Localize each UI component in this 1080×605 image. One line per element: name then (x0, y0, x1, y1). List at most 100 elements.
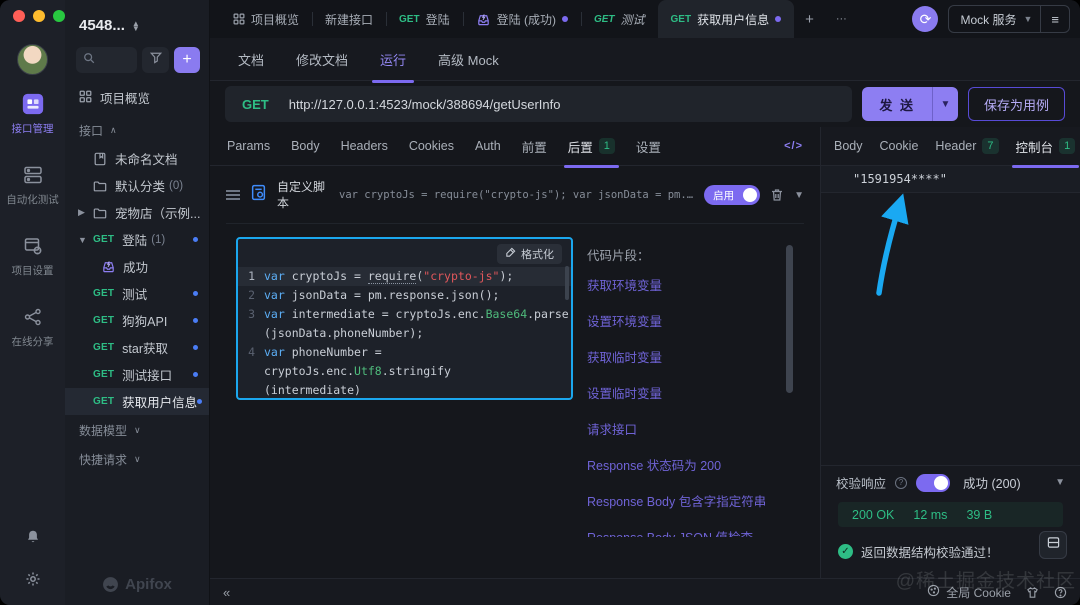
close-window-button[interactable] (13, 10, 25, 22)
top-tab-获取用户信息[interactable]: GET获取用户信息 (658, 0, 795, 38)
rail-item-auto-test[interactable]: 自动化测试 (0, 163, 65, 207)
section-快捷请求[interactable]: 快捷请求∨ (65, 446, 209, 473)
request-tab-Cookies[interactable]: Cookies (409, 139, 454, 153)
new-tab-button[interactable]: + (794, 0, 825, 38)
top-tab-项目概览[interactable]: 项目概览 (220, 0, 312, 38)
top-tab-新建接口[interactable]: 新建接口 (312, 0, 386, 38)
code-line[interactable]: (intermediate) (238, 381, 571, 400)
doc-tab-修改文档[interactable]: 修改文档 (296, 50, 348, 69)
unsaved-dot (562, 16, 568, 22)
rail-item-api-manage[interactable]: 接口管理 (0, 92, 65, 136)
tree-item-测试[interactable]: GET测试 (65, 280, 209, 307)
global-cookie-button[interactable]: 全局 Cookie (927, 584, 1011, 601)
save-as-case-button[interactable]: 保存为用例 (968, 87, 1065, 121)
section-数据模型[interactable]: 数据模型∨ (65, 417, 209, 444)
request-tab-label: 前置 (522, 137, 547, 156)
request-tab-Auth[interactable]: Auth (475, 139, 501, 153)
bell-icon[interactable] (21, 525, 45, 549)
request-tab-设置[interactable]: 设置 (636, 137, 661, 156)
tree-item-获取用户信息[interactable]: GET获取用户信息 (65, 388, 209, 415)
tree-item-star获取[interactable]: GETstar获取 (65, 334, 209, 361)
response-time: 12 ms (913, 508, 947, 522)
search-input[interactable] (76, 47, 137, 73)
tree-item-默认分类[interactable]: 默认分类(0) (65, 172, 209, 199)
project-name[interactable]: 4548... (79, 17, 125, 34)
sync-button[interactable]: ⟳ (912, 6, 938, 32)
request-tab-Params[interactable]: Params (227, 139, 270, 153)
chevron-down-icon[interactable]: ▼ (1055, 477, 1065, 488)
url-input[interactable]: GET http://127.0.0.1:4523/mock/388694/ge… (225, 86, 852, 122)
avatar[interactable] (17, 44, 48, 75)
top-tab-测试[interactable]: GET测试 (581, 0, 658, 38)
tab-bar: 项目概览新建接口GET登陆登陆 (成功)GET测试GET获取用户信息+··· ⟳ M… (210, 0, 1080, 38)
code-line[interactable]: 1var cryptoJs = require("crypto-js"); (238, 267, 571, 286)
request-tab-Body[interactable]: Body (291, 139, 320, 153)
response-tab-Header[interactable]: Header7 (935, 138, 998, 154)
code-line[interactable]: 2var jsonData = pm.response.json(); (238, 286, 571, 305)
top-tab-登陆[interactable]: GET登陆 (386, 0, 463, 38)
send-dropdown-caret[interactable]: ▼ (932, 87, 958, 121)
collapse-sidebar-button[interactable]: « (223, 585, 230, 600)
help-icon[interactable]: ? (895, 477, 907, 489)
tree-item-宠物店（示例...[interactable]: ▶宠物店（示例... (65, 199, 209, 226)
request-tab-后置[interactable]: 后置1 (568, 137, 615, 156)
drag-handle-icon[interactable] (226, 190, 240, 200)
enable-toggle[interactable]: 启用 (704, 185, 760, 205)
project-switcher-icon[interactable]: ▲▼ (132, 21, 140, 31)
response-tab-Body[interactable]: Body (834, 139, 863, 153)
code-line[interactable]: 3var intermediate = cryptoJs.enc.Base64.… (238, 305, 571, 324)
tree-item-狗狗API[interactable]: GET狗狗API (65, 307, 209, 334)
format-button[interactable]: 格式化 (497, 244, 562, 264)
menu-icon[interactable]: ≡ (1041, 12, 1069, 27)
gear-icon[interactable] (21, 567, 45, 591)
code-line[interactable]: (jsonData.phoneNumber); (238, 324, 571, 343)
snippet-link[interactable]: 获取环境变量 (587, 266, 806, 302)
sidebar-item-project-overview[interactable]: 项目概览 (65, 73, 209, 107)
snippet-link[interactable]: Response Body JSON 值检查 (587, 518, 806, 537)
filter-button[interactable] (142, 47, 169, 73)
collapse-chevron-icon[interactable]: ▼ (794, 190, 804, 201)
trash-icon[interactable] (770, 188, 784, 202)
case-name[interactable]: 成功 (200) (963, 473, 1021, 492)
snippet-link[interactable]: Response Body 包含字指定符串 (587, 482, 806, 518)
doc-tab-运行[interactable]: 运行 (380, 50, 406, 69)
top-tab-登陆 (成功)[interactable]: 登陆 (成功) (463, 0, 581, 38)
response-tab-控制台[interactable]: 控制台1 (1016, 137, 1076, 156)
snippet-link[interactable]: 设置环境变量 (587, 302, 806, 338)
snippets-scrollbar[interactable] (786, 245, 793, 393)
tree-item-测试接口[interactable]: GET测试接口 (65, 361, 209, 388)
rail-item-project-settings[interactable]: 项目设置 (0, 234, 65, 278)
code-view-icon[interactable]: </> (784, 140, 803, 152)
editor-scrollbar[interactable] (565, 266, 569, 300)
console-output[interactable]: "1591954****" (821, 166, 1080, 193)
snippet-link[interactable]: Response 状态码为 200 (587, 446, 806, 482)
maximize-window-button[interactable] (53, 10, 65, 22)
snippet-link[interactable]: 设置临时变量 (587, 374, 806, 410)
doc-tab-高级 Mock[interactable]: 高级 Mock (438, 50, 499, 69)
code-editor[interactable]: 格式化 1var cryptoJs = require("crypto-js")… (236, 237, 573, 400)
help-circle-icon[interactable] (1054, 586, 1067, 599)
minimize-window-button[interactable] (33, 10, 45, 22)
snippet-link[interactable]: 请求接口 (587, 410, 806, 446)
request-tab-Headers[interactable]: Headers (341, 139, 388, 153)
tree-item-成功[interactable]: 成功 (65, 253, 209, 280)
tree-item-未命名文档[interactable]: 未命名文档 (65, 145, 209, 172)
theme-shirt-icon[interactable] (1026, 586, 1039, 599)
request-tab-前置[interactable]: 前置 (522, 137, 547, 156)
section-api[interactable]: 接口 ∧ (65, 107, 209, 145)
chevron-down-icon[interactable]: ▼ (78, 235, 87, 245)
rail-item-online-share[interactable]: 在线分享 (0, 305, 65, 349)
chevron-right-icon[interactable]: ▶ (78, 207, 85, 218)
doc-tab-文档[interactable]: 文档 (238, 50, 264, 69)
mock-service-select[interactable]: Mock 服务▼≡ (948, 5, 1070, 33)
response-tab-Cookie[interactable]: Cookie (880, 139, 919, 153)
tab-more-button[interactable]: ··· (825, 0, 858, 38)
send-button[interactable]: 发 送 ▼ (862, 87, 958, 121)
add-button[interactable]: + (174, 47, 200, 73)
layout-toggle-button[interactable] (1039, 531, 1067, 559)
validate-toggle[interactable] (916, 474, 950, 492)
code-line[interactable]: 4var phoneNumber = cryptoJs.enc.Utf8.str… (238, 343, 571, 381)
tree-item-登陆[interactable]: ▼GET登陆(1) (65, 226, 209, 253)
snippet-link[interactable]: 获取临时变量 (587, 338, 806, 374)
custom-script-row[interactable]: 自定义脚本 var cryptoJs = require("crypto-js"… (226, 179, 804, 224)
